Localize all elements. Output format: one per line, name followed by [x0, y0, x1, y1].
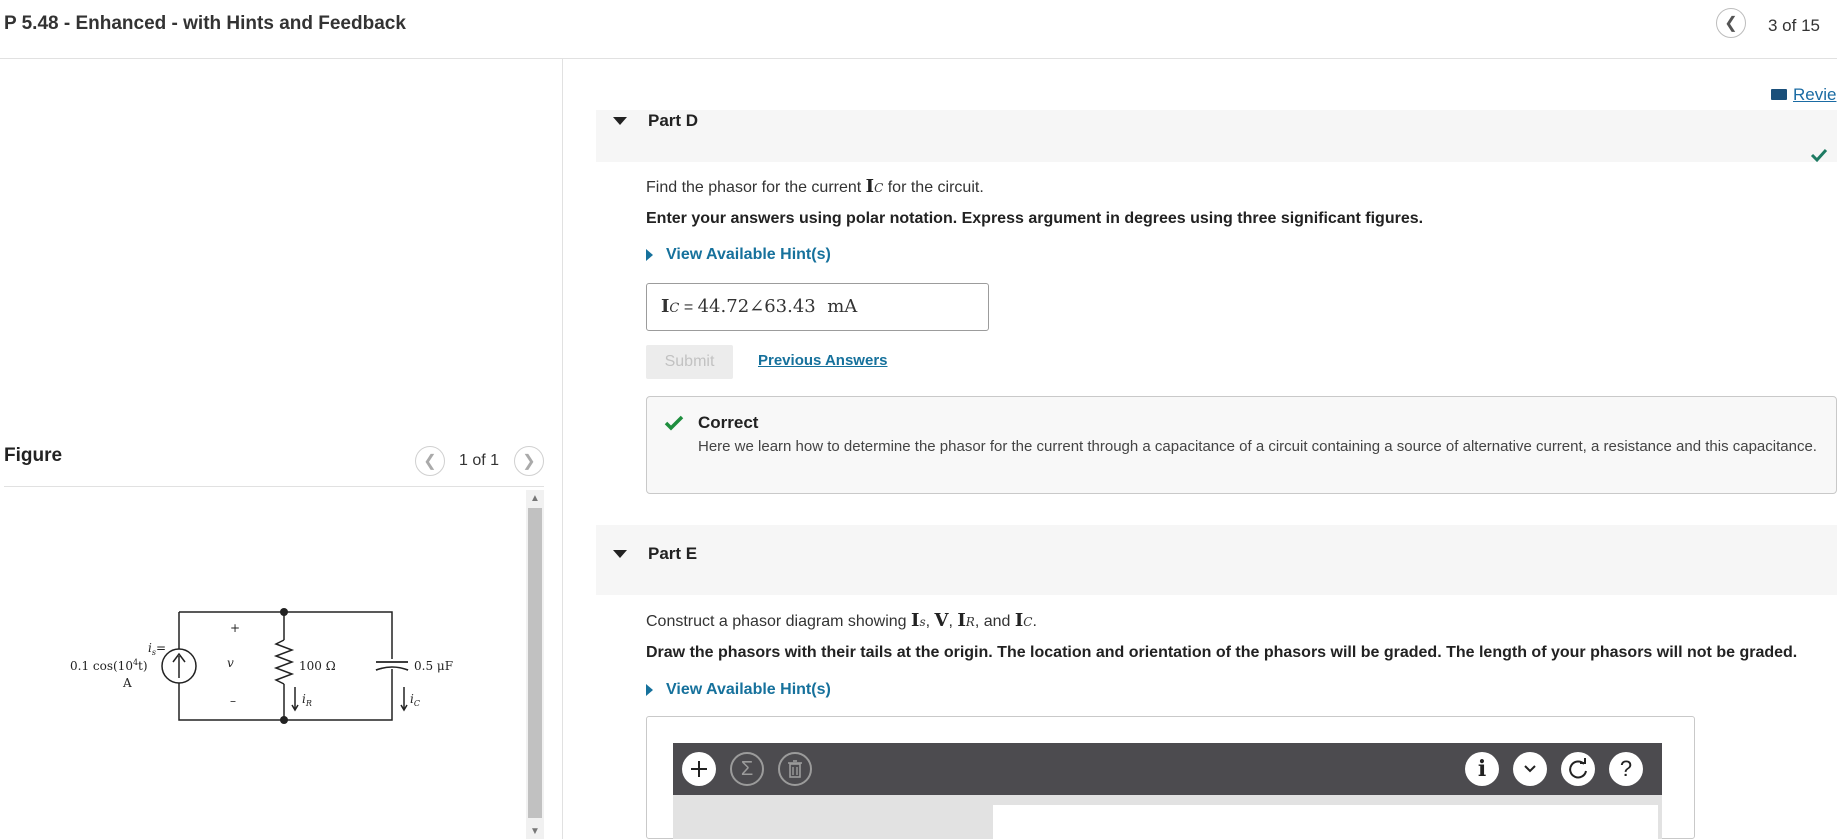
part-e-label: Part E: [648, 544, 698, 563]
plus-icon: [691, 761, 707, 777]
help-button[interactable]: ?: [1609, 752, 1643, 786]
feedback-title: Correct: [698, 413, 759, 432]
reset-icon: [1569, 758, 1587, 779]
tool-palette-area: [673, 795, 993, 839]
figure-divider: [4, 486, 544, 487]
chevron-right-icon: ❯: [522, 453, 536, 470]
part-d-label: Part D: [648, 111, 699, 130]
review-link[interactable]: Revie: [1771, 85, 1836, 105]
part-d-header[interactable]: [596, 110, 1837, 162]
node-bottom: [280, 716, 288, 724]
capacitor-label: 0.5 μF: [414, 659, 453, 673]
expand-triangle-icon: [646, 249, 653, 261]
feedback-text: Here we learn how to determine the phaso…: [698, 438, 1817, 455]
page-counter: 3 of 15: [1768, 16, 1820, 35]
reset-button[interactable]: [1561, 752, 1595, 786]
vector-sum-button[interactable]: Σ: [730, 752, 764, 786]
source-label-unit: A: [122, 676, 132, 690]
drawing-canvas[interactable]: [993, 805, 1658, 839]
part-d-instruction: Enter your answers using polar notation.…: [646, 210, 1424, 227]
figure-next-button[interactable]: ❯: [514, 446, 544, 476]
resistor-label: 100 Ω: [299, 659, 336, 673]
voltage-plus: +: [230, 621, 240, 635]
answer-input[interactable]: IC = 44.72∠63.43 mA: [646, 283, 989, 331]
resistor-current-label: iR: [302, 692, 312, 708]
collapse-caret-icon[interactable]: [613, 550, 627, 558]
figure-scrollbar-thumb[interactable]: [528, 508, 542, 818]
part-d-prompt: Find the phasor for the current IC for t…: [646, 176, 984, 197]
book-icon: [1771, 89, 1787, 100]
collapse-caret-icon[interactable]: [613, 117, 627, 125]
previous-answers-link[interactable]: Previous Answers: [758, 352, 888, 369]
sigma-icon: Σ: [740, 757, 754, 780]
resistor-symbol: [273, 639, 295, 685]
capacitor-current-label: iC: [410, 692, 420, 708]
figure-prev-button[interactable]: ❮: [415, 446, 445, 476]
source-label-is: is=: [148, 641, 166, 657]
circuit-diagram: is= 0.1 cos(104t) A + v – 100 Ω iR 0.5 μ…: [70, 608, 453, 724]
chevron-left-icon: ❮: [423, 453, 437, 470]
delete-button[interactable]: [778, 752, 812, 786]
info-icon: i: [1477, 756, 1487, 782]
add-vector-button[interactable]: [682, 752, 716, 786]
expand-triangle-icon: [646, 684, 653, 696]
node-top: [280, 608, 288, 616]
chevron-left-icon: ❮: [1724, 15, 1738, 32]
correct-check-icon: [664, 415, 684, 431]
part-e-header[interactable]: [596, 525, 1837, 595]
figure-label: Figure: [4, 445, 63, 466]
trash-icon: [788, 760, 802, 778]
previous-item-button[interactable]: ❮: [1716, 8, 1746, 38]
help-icon: ?: [1619, 756, 1633, 781]
chevron-down-icon: [1524, 765, 1536, 773]
source-label-expression: 0.1 cos(104t): [70, 658, 148, 673]
info-button[interactable]: i: [1465, 752, 1499, 786]
part-e-hint-toggle[interactable]: View Available Hint(s): [646, 681, 831, 699]
check-icon: [1810, 148, 1828, 163]
page-title: P 5.48 - Enhanced - with Hints and Feedb…: [4, 13, 406, 34]
voltage-minus: –: [230, 694, 236, 708]
figure-counter: 1 of 1: [459, 452, 500, 469]
part-e-prompt: Construct a phasor diagram showing Is, V…: [646, 610, 1037, 631]
voltage-label: v: [227, 656, 234, 670]
scroll-up-arrow-icon[interactable]: ▲: [528, 492, 542, 506]
scroll-down-arrow-icon[interactable]: ▼: [528, 825, 542, 839]
options-dropdown-button[interactable]: [1513, 752, 1547, 786]
part-d-hint-toggle[interactable]: View Available Hint(s): [646, 246, 831, 264]
submit-button[interactable]: Submit: [646, 345, 733, 379]
part-e-instruction: Draw the phasors with their tails at the…: [646, 644, 1798, 661]
